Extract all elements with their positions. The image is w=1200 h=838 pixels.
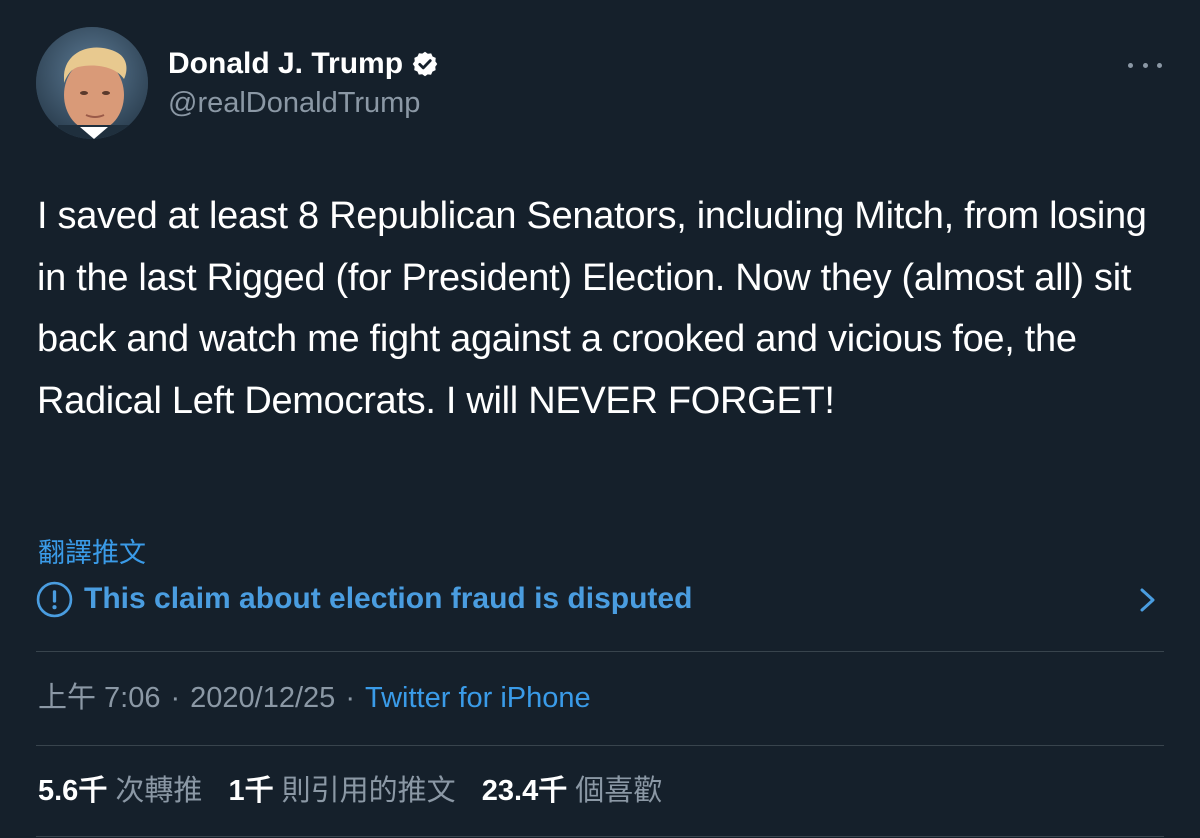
user-handle[interactable]: @realDonaldTrump <box>168 86 420 120</box>
translate-tweet-link[interactable]: 翻譯推文 <box>38 535 146 571</box>
likes-stat[interactable]: 23.4千 個喜歡 <box>482 775 663 807</box>
chevron-right-icon <box>1140 588 1155 612</box>
tweet-date[interactable]: 2020/12/25 <box>190 682 335 714</box>
tweet-meta: 上午 7:06 · 2020/12/25 · Twitter for iPhone <box>38 678 591 718</box>
more-dot <box>1142 62 1148 68</box>
display-name-text[interactable]: Donald J. Trump <box>168 46 403 82</box>
avatar[interactable] <box>36 27 148 139</box>
likes-count: 23.4千 <box>481 775 568 807</box>
disputed-claim-text[interactable]: This claim about election fraud is dispu… <box>84 582 692 616</box>
retweets-label: 次轉推 <box>115 775 203 807</box>
quotes-label: 則引用的推文 <box>281 775 456 807</box>
separator-dot: · <box>170 682 181 714</box>
tweet-stats: 5.6千 次轉推 1千 則引用的推文 23.4千 個喜歡 <box>38 771 680 811</box>
separator-dot: · <box>345 682 355 714</box>
likes-label: 個喜歡 <box>575 775 663 807</box>
disputed-claim-notice[interactable]: This claim about election fraud is dispu… <box>36 578 1164 620</box>
exclamation-circle-icon <box>36 581 73 617</box>
retweets-count: 5.6千 <box>38 775 108 807</box>
verified-badge-icon <box>412 51 438 77</box>
retweets-stat[interactable]: 5.6千 次轉推 <box>38 775 202 807</box>
more-options-icon[interactable] <box>1128 52 1162 78</box>
display-name[interactable]: Donald J. Trump <box>168 46 439 82</box>
divider <box>36 651 1164 652</box>
more-dot <box>1157 62 1162 68</box>
tweet-time[interactable]: 上午 7:06 <box>38 682 161 714</box>
tweet-source-link[interactable]: Twitter for iPhone <box>365 682 591 714</box>
tweet-text: I saved at least 8 Republican Senators, … <box>37 195 1147 422</box>
divider <box>36 836 1164 837</box>
tweet-card: Donald J. Trump @realDonaldTrump I saved… <box>0 0 1200 838</box>
more-dot <box>1128 62 1133 68</box>
quotes-stat[interactable]: 1千 則引用的推文 <box>228 775 455 807</box>
quotes-count: 1千 <box>228 775 274 807</box>
divider <box>36 745 1164 746</box>
